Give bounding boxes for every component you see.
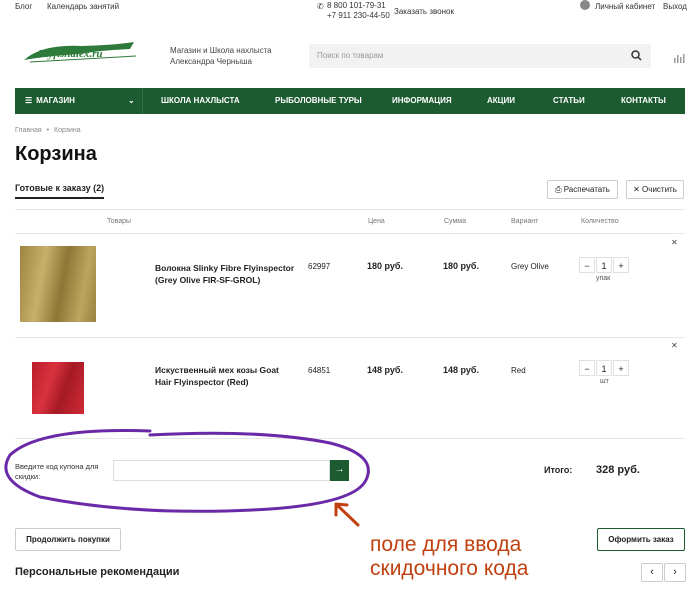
product-code: 64851 <box>308 366 331 375</box>
site-logo[interactable]: Flyfishalex.ru <box>22 40 140 68</box>
search-input[interactable]: Поиск по товарам <box>309 44 651 68</box>
col-price: Цена <box>368 218 385 225</box>
col-variant: Вариант <box>511 218 539 225</box>
chevron-down-icon[interactable]: ⌄ <box>128 88 135 114</box>
col-qty: Количество <box>581 218 619 225</box>
blog-link[interactable]: Блог <box>15 2 32 11</box>
product-sum: 180 руб. <box>443 261 479 271</box>
clear-label: Очистить <box>642 185 677 194</box>
breadcrumb: Главная • Корзина <box>15 127 81 134</box>
close-icon: ✕ <box>633 185 640 194</box>
printer-icon: ⎙ <box>555 185 562 194</box>
nav-item-promo[interactable]: АКЦИИ <box>487 88 515 114</box>
nav-item-tours[interactable]: РЫБОЛОВНЫЕ ТУРЫ <box>275 88 362 114</box>
search-placeholder: Поиск по товарам <box>317 51 384 60</box>
chevron-right-icon[interactable]: › <box>664 563 686 582</box>
product-price: 148 руб. <box>367 365 403 375</box>
nav-shop[interactable]: ☰ МАГАЗИН <box>25 88 75 114</box>
total-label: Итого: <box>544 465 573 475</box>
nav-item-info[interactable]: ИНФОРМАЦИЯ <box>392 88 452 114</box>
product-code: 62997 <box>308 262 331 271</box>
menu-icon: ☰ <box>25 96 33 105</box>
quantity-stepper[interactable]: − 1 + <box>579 360 629 376</box>
quantity-value[interactable]: 1 <box>596 360 612 376</box>
quantity-unit: упак <box>596 275 611 282</box>
site-tagline: Магазин и Школа нахлыста Александра Черн… <box>170 46 272 66</box>
plus-button[interactable]: + <box>613 257 629 273</box>
annotation-arrow <box>334 502 360 527</box>
product-image[interactable] <box>32 362 84 414</box>
minus-button[interactable]: − <box>579 360 595 376</box>
plus-button[interactable]: + <box>613 360 629 376</box>
logo-text: Flyfishalex.ru <box>38 48 103 60</box>
product-name[interactable]: Искуственный мех козы Goat Hair Flyinspe… <box>155 364 295 388</box>
table-row: Искуственный мех козы Goat Hair Flyinspe… <box>15 338 685 438</box>
chevron-left-icon[interactable]: ‹ <box>641 563 663 582</box>
quantity-value[interactable]: 1 <box>596 257 612 273</box>
quantity-stepper[interactable]: − 1 + <box>579 257 629 273</box>
product-variant: Grey Olive <box>511 262 549 271</box>
recommendations-title: Персональные рекомендации <box>15 566 180 578</box>
callback-link[interactable]: Заказать звонок <box>394 7 454 16</box>
phone-primary[interactable]: 8 800 101-79-31 <box>327 1 386 10</box>
annotation-text: поле для ввода скидочного кода <box>370 533 529 580</box>
compare-icon[interactable] <box>673 52 685 64</box>
product-sum: 148 руб. <box>443 365 479 375</box>
table-top-divider <box>15 209 685 210</box>
minus-button[interactable]: − <box>579 257 595 273</box>
main-nav: ☰ МАГАЗИН ⌄ ШКОЛА НАХЛЫСТА РЫБОЛОВНЫЕ ТУР… <box>15 88 685 114</box>
print-button[interactable]: ⎙ Распечатать <box>547 180 618 199</box>
page-title: Корзина <box>15 143 97 165</box>
product-name[interactable]: Волокна Slinky Fibre Flyinspector (Grey … <box>155 262 297 286</box>
calendar-link[interactable]: Календарь занятий <box>47 2 119 11</box>
phone-icon: ✆ <box>317 2 324 11</box>
user-icon <box>580 0 590 10</box>
product-variant: Red <box>511 366 526 375</box>
product-image[interactable] <box>20 246 96 322</box>
annotation-ellipse <box>4 429 370 513</box>
nav-item-school[interactable]: ШКОЛА НАХЛЫСТА <box>161 88 240 114</box>
phone-secondary[interactable]: +7 911 230-44-50 <box>327 11 390 20</box>
tab-ready[interactable]: Готовые к заказу (2) <box>15 183 105 199</box>
nav-item-contacts[interactable]: КОНТАКТЫ <box>621 88 666 114</box>
print-label: Распечатать <box>563 185 610 194</box>
remove-icon[interactable]: ✕ <box>671 238 678 247</box>
checkout-button[interactable]: Оформить заказ <box>597 528 685 551</box>
clear-button[interactable]: ✕ Очистить <box>626 180 684 199</box>
account-link[interactable]: Личный кабинет <box>595 2 655 11</box>
logout-link[interactable]: Выход <box>663 2 687 11</box>
total-value: 328 руб. <box>596 464 640 476</box>
breadcrumb-separator: • <box>46 127 50 134</box>
col-sum: Сумма <box>444 218 466 225</box>
col-goods: Товары <box>107 218 132 225</box>
search-icon[interactable] <box>631 50 642 61</box>
quantity-unit: шт <box>600 378 609 385</box>
table-row: Волокна Slinky Fibre Flyinspector (Grey … <box>15 234 685 337</box>
nav-divider <box>142 88 143 114</box>
breadcrumb-current: Корзина <box>54 127 81 134</box>
nav-shop-label: МАГАЗИН <box>36 96 75 105</box>
product-price: 180 руб. <box>367 261 403 271</box>
nav-item-articles[interactable]: СТАТЬИ <box>553 88 585 114</box>
breadcrumb-home[interactable]: Главная <box>15 127 42 134</box>
continue-shopping-button[interactable]: Продолжить покупки <box>15 528 121 551</box>
remove-icon[interactable]: ✕ <box>671 341 678 350</box>
